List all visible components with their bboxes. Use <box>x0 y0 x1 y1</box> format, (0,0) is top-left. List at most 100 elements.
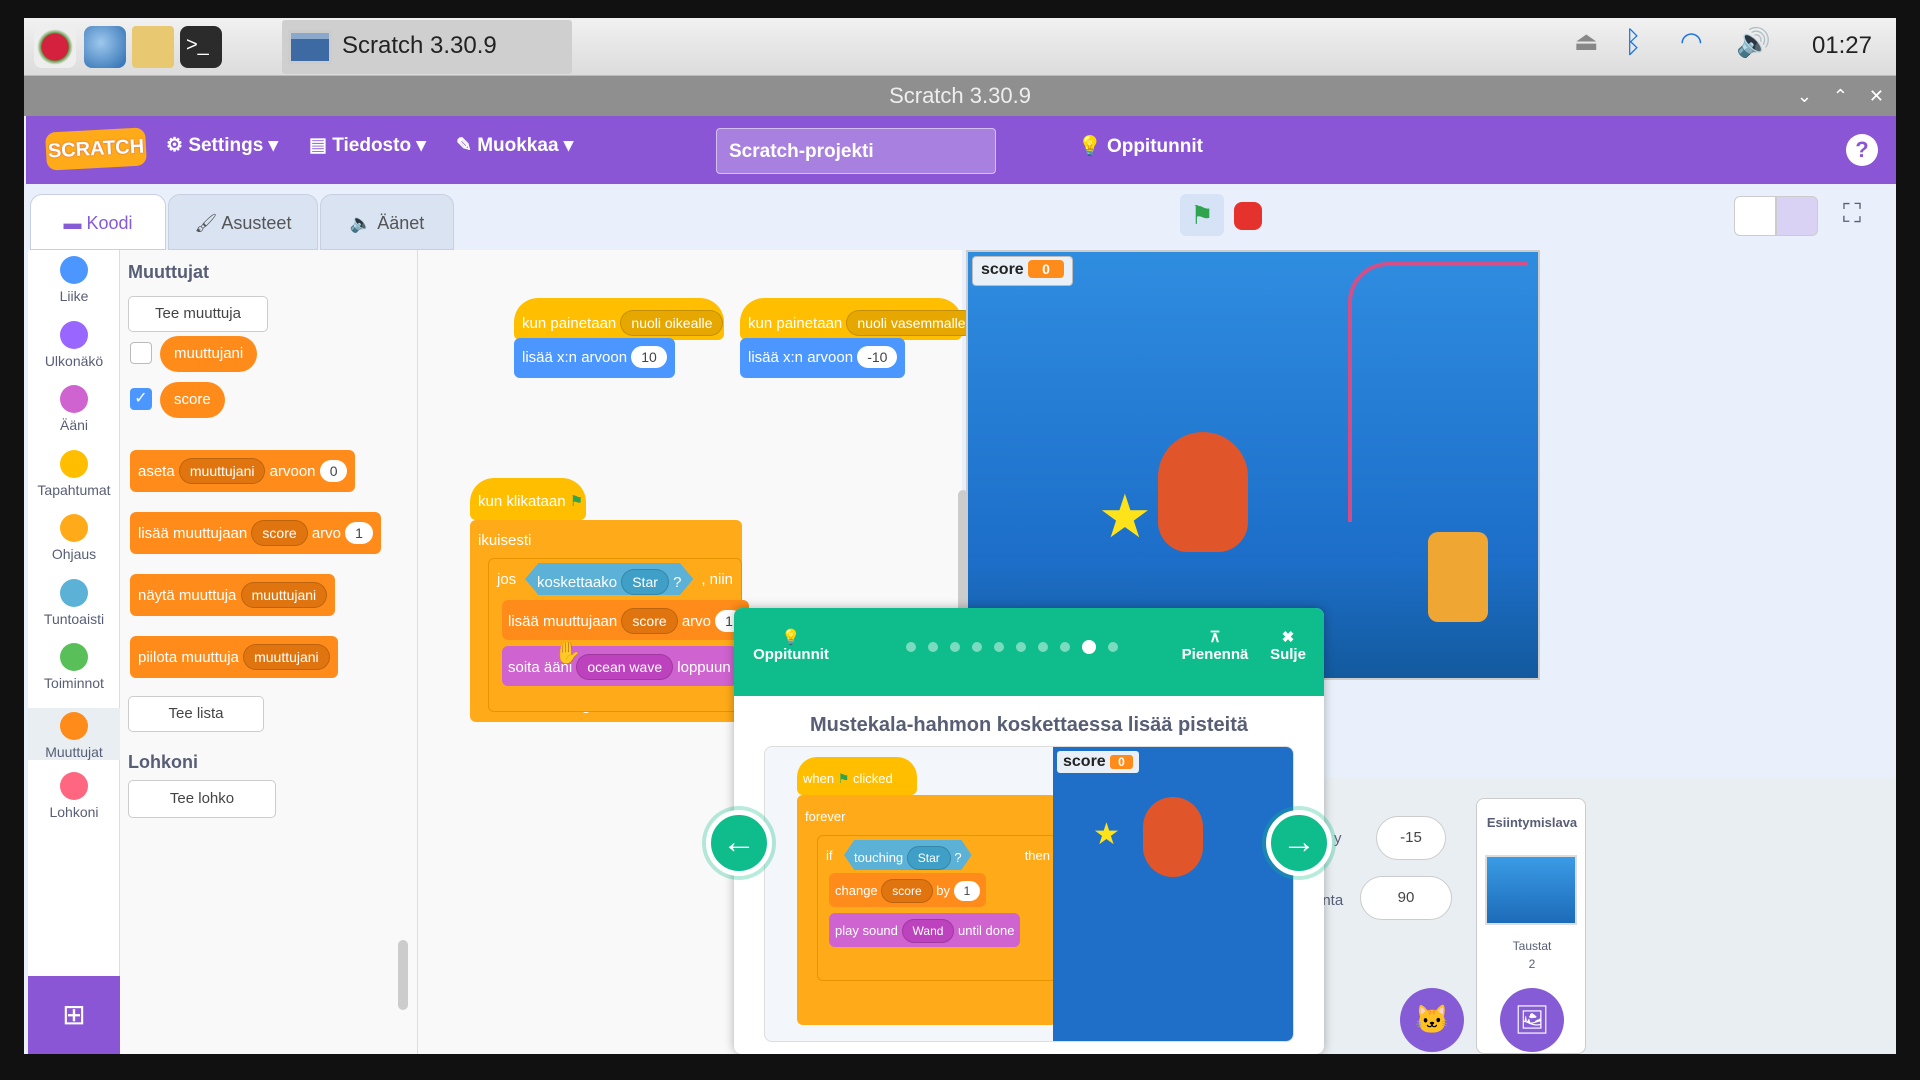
category-label: Lohkoni <box>49 804 99 820</box>
tutorials-menu[interactable]: 💡 Oppitunnit <box>1078 134 1203 158</box>
change-score-block[interactable]: lisää muuttujaan score arvo 1 <box>502 600 749 640</box>
key1-dropdown[interactable]: nuoli oikealle <box>620 310 724 336</box>
category-4[interactable]: Tapahtumat <box>28 449 120 498</box>
browser-icon[interactable] <box>84 26 126 68</box>
progress-dot[interactable] <box>972 641 982 652</box>
previous-step-button[interactable]: ← <box>706 810 772 876</box>
hide-variable-block[interactable]: piilota muuttuja muuttujani <box>130 636 338 678</box>
file-menu[interactable]: ▤ Tiedosto ▾ <box>309 134 426 157</box>
file-manager-icon[interactable] <box>132 26 174 68</box>
category-dot-icon <box>60 320 88 349</box>
touching-block[interactable]: koskettaako Star ? <box>525 563 694 595</box>
category-3[interactable]: Ääni <box>28 385 120 433</box>
progress-dot[interactable] <box>1082 639 1096 654</box>
variable-reporter[interactable]: muuttujani <box>160 336 258 372</box>
tutorials-button[interactable]: 💡 Oppitunnit <box>746 628 836 663</box>
wifi-icon[interactable]: ◠ <box>1680 26 1714 68</box>
change-var-dropdown[interactable]: score <box>251 520 308 546</box>
category-6[interactable]: Tuntoaisti <box>28 578 120 627</box>
tut-octopus <box>1143 797 1203 877</box>
set-variable-block[interactable]: aseta muuttujani arvoon 0 <box>130 450 356 492</box>
choose-sprite-button[interactable]: 🐱 <box>1400 988 1464 1052</box>
minimize-icon[interactable]: ⌄ <box>1797 76 1812 116</box>
change-value-input[interactable]: 1 <box>345 522 373 544</box>
small-stage-button[interactable] <box>1734 196 1776 236</box>
close-icon: ✖ <box>1281 629 1295 646</box>
taskbar-window-button[interactable]: Scratch 3.30.9 <box>282 20 572 74</box>
category-label: Ulkonäkö <box>44 352 104 369</box>
category-8[interactable]: Muuttujat <box>28 707 120 760</box>
settings-menu[interactable]: ⚙ Settings ▾ <box>166 134 278 157</box>
category-label: Toiminnot <box>44 675 104 691</box>
progress-dot[interactable] <box>1060 641 1070 652</box>
change-x-block-2[interactable]: lisää x:n arvoon -10 <box>740 338 906 378</box>
tab-sounds[interactable]: 🔈 Äänet <box>320 194 454 250</box>
show-variable-block[interactable]: näytä muuttuja muuttujani <box>130 574 336 616</box>
play-sound-block[interactable]: soita ääni ocean wave loppuun <box>502 646 737 686</box>
progress-dot[interactable] <box>928 641 938 652</box>
category-7[interactable]: Toiminnot <box>28 643 120 691</box>
key-hat-block-1[interactable]: kun painetaan nuoli oikealle <box>514 298 724 340</box>
category-dot-icon <box>60 514 88 542</box>
sound-dropdown[interactable]: ocean wave <box>576 654 674 680</box>
clock: 01:27 <box>1811 32 1872 59</box>
backdrop-thumbnail[interactable] <box>1485 855 1577 925</box>
choose-backdrop-button[interactable]: 🖼 <box>1500 988 1564 1052</box>
key-hat-block-2[interactable]: kun painetaan nuoli vasemmalle <box>740 298 977 340</box>
set-value-input[interactable]: 0 <box>319 460 348 482</box>
progress-dot[interactable] <box>1016 641 1026 652</box>
change-x-block-1[interactable]: lisää x:n arvoon 10 <box>514 338 675 378</box>
palette-scrollbar[interactable] <box>398 940 408 1010</box>
maximize-icon[interactable]: ⌃ <box>1833 76 1848 116</box>
change-variable-block[interactable]: lisää muuttujaan score arvo 1 <box>130 512 381 554</box>
progress-dot[interactable] <box>994 641 1004 652</box>
make-list-button[interactable]: Tee lista <box>128 696 264 732</box>
minimize-button[interactable]: ⊼ Pienennä <box>1178 628 1252 663</box>
category-1[interactable]: Liike <box>28 256 120 304</box>
raspberry-menu-icon[interactable] <box>34 26 76 68</box>
progress-dot[interactable] <box>1038 641 1048 652</box>
close-button[interactable]: ✖ Sulje <box>1260 628 1316 663</box>
stop-button[interactable] <box>1234 202 1262 230</box>
terminal-icon[interactable]: >_ <box>180 26 222 68</box>
make-block-button[interactable]: Tee lohko <box>128 780 276 818</box>
next-step-button[interactable]: → <box>1266 810 1332 876</box>
category-9[interactable]: Lohkoni <box>28 772 120 820</box>
progress-dot[interactable] <box>1108 641 1118 652</box>
volume-icon[interactable]: 🔊 <box>1736 26 1776 68</box>
y-input[interactable]: -15 <box>1376 816 1446 860</box>
tab-costumes[interactable]: 🖌 Asusteet <box>168 194 318 250</box>
make-variable-button[interactable]: Tee muuttuja <box>128 296 268 332</box>
progress-dot[interactable] <box>906 641 916 652</box>
fullscreen-icon[interactable]: ⛶ <box>1834 198 1870 234</box>
show-var-dropdown[interactable]: muuttujani <box>240 582 328 608</box>
progress-dot[interactable] <box>950 641 960 652</box>
green-flag-button[interactable]: ⚑ <box>1180 194 1224 236</box>
eject-icon[interactable]: ⏏ <box>1574 26 1604 68</box>
score-dropdown[interactable]: score <box>621 608 678 634</box>
scratch-logo[interactable]: SCRATCH <box>45 127 147 171</box>
score-checkbox[interactable]: ✓ <box>130 388 152 410</box>
edit-menu[interactable]: ✎ Muokkaa ▾ <box>456 134 573 157</box>
bluetooth-icon[interactable]: ᛒ <box>1624 26 1654 68</box>
direction-input[interactable]: 90 <box>1360 876 1452 920</box>
close-icon[interactable]: ✕ <box>1869 76 1884 116</box>
help-icon[interactable]: ? <box>1846 134 1878 166</box>
category-2[interactable]: Ulkonäkö <box>28 320 120 369</box>
large-stage-button[interactable] <box>1776 196 1818 236</box>
touching-dropdown[interactable]: Star <box>621 569 669 595</box>
extension-button[interactable]: ⊞ <box>28 976 120 1054</box>
tut-touching-block: touching Star ? <box>844 840 972 870</box>
category-5[interactable]: Ohjaus <box>28 514 120 562</box>
flag-hat-block[interactable]: kun klikataan ⚑ <box>470 478 586 520</box>
hide-var-dropdown[interactable]: muuttujani <box>243 644 330 670</box>
project-title-input[interactable]: Scratch-projekti <box>716 128 996 174</box>
move2-input[interactable]: -10 <box>857 346 898 368</box>
tab-code[interactable]: ▬ Koodi <box>30 194 166 250</box>
move1-input[interactable]: 10 <box>631 346 667 368</box>
var1-checkbox[interactable] <box>130 342 152 364</box>
score-reporter[interactable]: score <box>160 382 225 418</box>
tutorial-header: 💡 Oppitunnit ⊼ Pienennä ✖ Sulje <box>734 608 1324 696</box>
set-var-dropdown[interactable]: muuttujani <box>178 458 266 484</box>
key2-dropdown[interactable]: nuoli vasemmalle <box>846 310 977 336</box>
